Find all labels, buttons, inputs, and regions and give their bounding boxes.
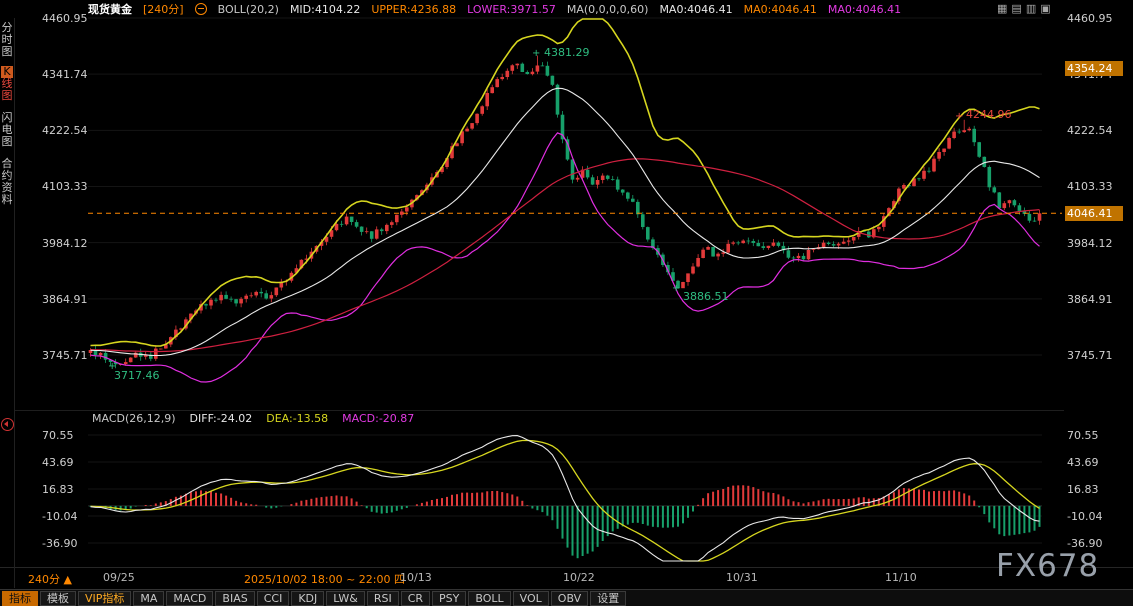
indicator-rsi[interactable]: RSI [367,591,399,606]
high2-marker-icon: + [955,111,963,122]
left-sidebar: 分时图 K线图 闪电图 合约资料 [0,18,15,588]
price-axis-label: 4222.54 [1067,124,1113,137]
indicator-obv[interactable]: OBV [551,591,588,606]
annotation-high2: 4244.96 [966,108,1012,121]
tab-template[interactable]: 模板 [40,591,76,606]
ma-label: MA(0,0,0,0,60) [567,3,649,16]
macd-axis-label: -10.04 [1067,510,1102,523]
bottom-toolbar: 指标 模板 VIP指标 MA MACD BIAS CCI KDJ LW& RSI… [0,589,1133,606]
chart-window: 现货黄金 [240分] BOLL(20,2) MID:4104.22 UPPER… [0,0,1133,606]
ma0-value-3: MA0:4046.41 [828,3,901,16]
sidebar-item-contract-info[interactable]: 合约资料 [0,158,14,206]
price-axis-label: 3745.71 [1067,349,1113,362]
sidebar-item-kline-chart[interactable]: K线图 [0,66,14,102]
sidebar-item-time-chart[interactable]: 分时图 [0,22,14,58]
symbol-name: 现货黄金 [88,1,132,17]
sidebar-item-lightning-chart[interactable]: 闪电图 [0,112,14,148]
annotation-high: 4381.29 [544,46,590,59]
price-tag-upper: 4354.24 [1065,61,1123,76]
period-selector[interactable]: 240分 ▲ [28,571,72,587]
boll-mid-value: MID:4104.22 [290,3,360,16]
macd-legend: MACD(26,12,9) DIFF:-24.02 DEA:-13.58 MAC… [92,412,414,425]
indicator-macd[interactable]: MACD [166,591,213,606]
crosshair-date-range: 2025/10/02 18:00 ~ 22:00 四 [244,571,405,587]
layout-rows-icon[interactable]: ▤ [1011,3,1021,14]
indicator-psy[interactable]: PSY [432,591,466,606]
period-value: 240分 [28,573,60,586]
boll-lower-value: LOWER:3971.57 [467,3,556,16]
timeline-date: 10/13 [400,571,432,584]
indicator-cr[interactable]: CR [401,591,430,606]
price-axis-label: 4341.74 [42,68,88,81]
window-layout-icons: ▦ ▤ ▥ ▣ [997,3,1051,14]
layout-columns-icon[interactable]: ▥ [1026,3,1036,14]
indicator-remove-icon[interactable] [195,3,207,15]
kline-tab-rest: 线图 [2,77,13,102]
indicator-boll[interactable]: BOLL [468,591,510,606]
annotation-low2: 3886.51 [683,290,729,303]
annotation-low1: 3717.46 [114,369,160,382]
macd-axis-label: 16.83 [42,483,74,496]
ma0-value-2: MA0:4046.41 [744,3,817,16]
ma0-value-1: MA0:4046.41 [659,3,732,16]
boll-upper-value: UPPER:4236.88 [371,3,456,16]
macd-axis-label: 70.55 [42,429,74,442]
macd-axis-label: 70.55 [1067,429,1099,442]
indicator-cci[interactable]: CCI [257,591,290,606]
price-axis-label: 3984.12 [1067,237,1113,250]
timeline-date: 09/25 [103,571,135,584]
indicator-bias[interactable]: BIAS [215,591,254,606]
macd-dea-value: DEA:-13.58 [266,412,328,425]
macd-axis-label: 43.69 [42,456,74,469]
tab-indicator[interactable]: 指标 [2,591,38,606]
price-axis-label: 3984.12 [42,237,88,250]
indicator-ma[interactable]: MA [133,591,164,606]
topbar: 现货黄金 [240分] BOLL(20,2) MID:4104.22 UPPER… [0,0,1133,18]
boll-label: BOLL(20,2) [218,3,279,16]
price-axis-label: 3864.91 [42,293,88,306]
price-tag-current: 4046.41 [1065,206,1123,221]
layout-grid-icon[interactable]: ▦ [997,3,1007,14]
macd-axis-label: 16.83 [1067,483,1099,496]
price-axis-label: 3745.71 [42,349,88,362]
price-axis-label: 4103.33 [1067,180,1113,193]
macd-title: MACD(26,12,9) [92,412,176,425]
macd-axis-label: -36.90 [42,537,77,550]
indicator-kdj[interactable]: KDJ [291,591,324,606]
sidebar-collapse-icon[interactable] [1,418,14,431]
price-axis-label: 4222.54 [42,124,88,137]
indicator-vol[interactable]: VOL [513,591,549,606]
price-axis-label: 3864.91 [1067,293,1113,306]
macd-axis-label: -10.04 [42,510,77,523]
low2-marker-icon: + [672,283,680,294]
high-marker-icon: + [532,48,540,59]
indicator-lwr[interactable]: LW& [326,591,365,606]
timeline-date: 11/10 [885,571,917,584]
macd-bar-value: MACD:-20.87 [342,412,414,425]
timeline-date: 10/31 [726,571,758,584]
tab-vip-indicator[interactable]: VIP指标 [78,591,131,606]
settings-button[interactable]: 设置 [590,591,626,606]
period-label: [240分] [143,1,184,17]
candlestick-chart[interactable] [0,0,1133,606]
macd-axis-label: 43.69 [1067,456,1099,469]
macd-diff-value: DIFF:-24.02 [190,412,253,425]
watermark: FX678 [996,548,1099,584]
timeline-date: 10/22 [563,571,595,584]
price-axis-label: 4103.33 [42,180,88,193]
layout-single-icon[interactable]: ▣ [1040,3,1050,14]
period-dropdown-arrow-icon: ▲ [64,573,72,586]
